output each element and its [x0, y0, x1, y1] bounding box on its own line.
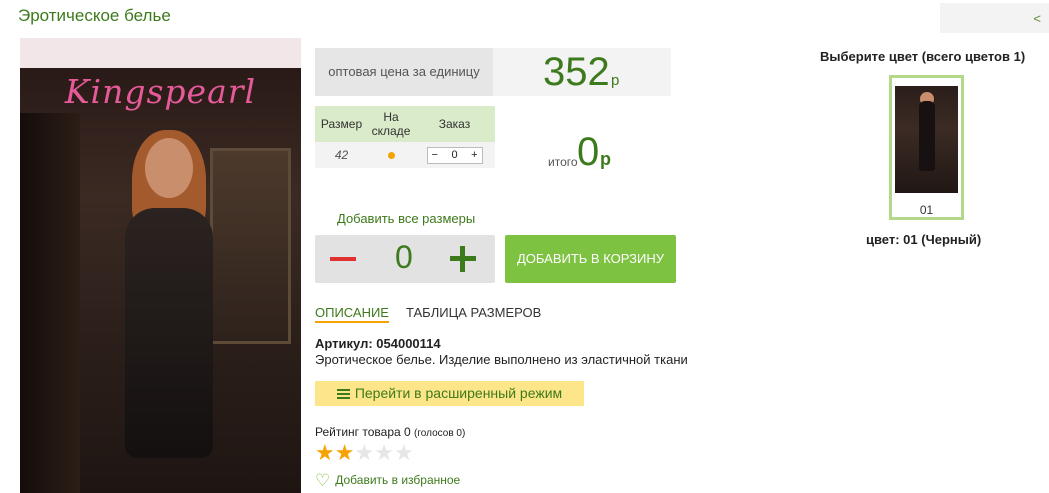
star-empty-icon[interactable]: ★: [374, 440, 394, 465]
brand-logo: Kingspearl: [64, 72, 257, 111]
price-currency: р: [611, 72, 620, 89]
advanced-mode-button[interactable]: Перейти в расширенный режим: [315, 381, 584, 406]
product-image-header: [20, 38, 301, 68]
order-cell: − 0 +: [414, 142, 495, 168]
size-column-header: Размер: [315, 106, 368, 142]
advanced-mode-label: Перейти в расширенный режим: [354, 385, 563, 401]
total-label: итого: [548, 155, 578, 169]
star-empty-icon[interactable]: ★: [354, 440, 374, 465]
price-box: 352 р: [493, 48, 671, 96]
price-label: оптовая цена за единицу: [315, 48, 493, 96]
add-to-cart-button[interactable]: ДОБАВИТЬ В КОРЗИНУ: [505, 235, 676, 283]
selected-color-name: цвет: 01 (Черный): [866, 232, 982, 247]
back-arrow-button[interactable]: <: [940, 3, 1049, 33]
color-picker-title: Выберите цвет (всего цветов 1): [820, 49, 1026, 64]
rating-text: Рейтинг товара 0 (голосов 0): [315, 425, 465, 439]
total-currency: р: [600, 149, 611, 169]
order-stepper[interactable]: − 0 +: [426, 146, 483, 164]
quantity-stepper: 0: [315, 235, 495, 283]
tab-size-table[interactable]: ТАБЛИЦА РАЗМЕРОВ: [406, 305, 541, 320]
rating-votes: (голосов 0): [414, 428, 466, 439]
price-value: 352: [543, 50, 610, 94]
product-image-door: [210, 148, 291, 344]
product-image-model-body: [125, 208, 213, 458]
heart-icon: ♡: [315, 471, 331, 490]
stock-cell: [368, 142, 414, 168]
favorites-label: Добавить в избранное: [335, 473, 461, 487]
add-all-sizes-link[interactable]: Добавить все размеры: [337, 211, 475, 226]
quantity-value[interactable]: 0: [395, 239, 413, 276]
color-swatch[interactable]: 01: [889, 75, 964, 220]
rating-label: Рейтинг товара 0: [315, 425, 411, 439]
total-value: 0: [577, 130, 600, 174]
in-stock-dot-icon: [387, 152, 395, 159]
stepper-value[interactable]: 0: [451, 149, 457, 161]
order-column-header: Заказ: [414, 106, 495, 142]
star-filled-icon[interactable]: ★: [315, 440, 335, 465]
minus-icon[interactable]: [330, 257, 356, 261]
product-image-curtain: [20, 113, 80, 493]
rating-stars[interactable]: ★★★★★: [315, 441, 414, 465]
product-image-model-face: [145, 138, 193, 198]
article-number: Артикул: 054000114: [315, 336, 441, 351]
description-text: Эротическое белье. Изделие выполнено из …: [315, 352, 688, 367]
stock-column-header: На складе: [368, 106, 414, 142]
table-row: 42 − 0 +: [315, 142, 495, 168]
list-icon: [336, 389, 350, 399]
stepper-plus-button[interactable]: +: [471, 149, 477, 161]
add-to-favorites-link[interactable]: ♡ Добавить в избранное: [315, 471, 460, 491]
size-table: Размер На складе Заказ 42 − 0 +: [315, 106, 495, 168]
color-swatch-code: 01: [919, 203, 934, 217]
tab-description[interactable]: ОПИСАНИЕ: [315, 305, 389, 323]
star-empty-icon[interactable]: ★: [394, 440, 414, 465]
size-value: 42: [315, 142, 368, 168]
color-swatch-image: [895, 86, 958, 193]
product-image[interactable]: Kingspearl: [20, 38, 301, 493]
plus-icon-vertical[interactable]: [460, 246, 465, 272]
stepper-minus-button[interactable]: −: [432, 149, 438, 161]
star-filled-icon[interactable]: ★: [335, 440, 355, 465]
page-title: Эротическое белье: [18, 6, 171, 25]
